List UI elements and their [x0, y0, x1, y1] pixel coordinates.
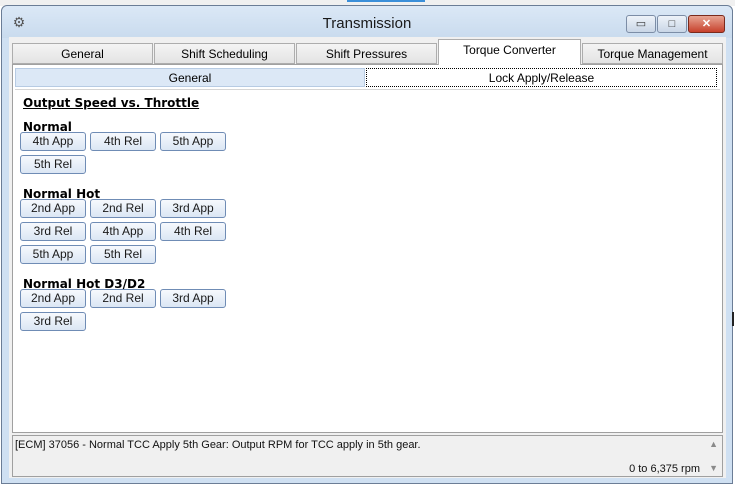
tab-torque-management[interactable]: Torque Management: [582, 43, 723, 64]
tab-torque-converter[interactable]: Torque Converter: [438, 39, 581, 65]
normal-4th-app-button[interactable]: 4th App: [20, 132, 86, 151]
minimize-button[interactable]: ▭: [626, 15, 656, 33]
description-box: [ECM] 37056 - Normal TCC Apply 5th Gear:…: [12, 435, 723, 477]
normal-hot-3rd-rel-button[interactable]: 3rd Rel: [20, 222, 86, 241]
normal-5th-app-button[interactable]: 5th App: [160, 132, 226, 151]
tab-shift-pressures[interactable]: Shift Pressures: [296, 43, 437, 64]
normal-4th-rel-button[interactable]: 4th Rel: [90, 132, 156, 151]
lock-apply-release-content: Output Speed vs. Throttle Normal 4th App…: [15, 89, 720, 431]
normal-hot-2nd-app-button[interactable]: 2nd App: [20, 199, 86, 218]
subtab-lock-apply-release[interactable]: Lock Apply/Release: [366, 68, 717, 87]
transmission-window: ⚙ Transmission ▭ □ ✕ General Shift Sched…: [1, 5, 733, 484]
parameter-range: 0 to 6,375 rpm: [629, 463, 700, 475]
normal-hot-4th-rel-button[interactable]: 4th Rel: [160, 222, 226, 241]
title-bar: ⚙ Transmission ▭ □ ✕: [2, 6, 732, 38]
normal-hot-5th-app-button[interactable]: 5th App: [20, 245, 86, 264]
normal-hot-2nd-rel-button[interactable]: 2nd Rel: [90, 199, 156, 218]
d3d2-2nd-rel-button[interactable]: 2nd Rel: [90, 289, 156, 308]
normal-5th-rel-button[interactable]: 5th Rel: [20, 155, 86, 174]
tab-shift-scheduling[interactable]: Shift Scheduling: [154, 43, 295, 64]
edge-marker: [732, 312, 734, 326]
subtab-general[interactable]: General: [15, 68, 365, 87]
normal-hot-5th-rel-button[interactable]: 5th Rel: [90, 245, 156, 264]
accent-line: [347, 0, 425, 2]
normal-hot-3rd-app-button[interactable]: 3rd App: [160, 199, 226, 218]
window-title: Transmission: [322, 15, 412, 32]
d3d2-2nd-app-button[interactable]: 2nd App: [20, 289, 86, 308]
parameter-description: [ECM] 37056 - Normal TCC Apply 5th Gear:…: [15, 439, 421, 451]
scroll-down-icon[interactable]: ▼: [709, 463, 718, 473]
tab-general[interactable]: General: [12, 43, 153, 64]
client-area: General Shift Scheduling Shift Pressures…: [9, 37, 726, 478]
d3d2-3rd-rel-button[interactable]: 3rd Rel: [20, 312, 86, 331]
section-heading: Output Speed vs. Throttle: [23, 96, 200, 110]
torque-converter-panel: General Lock Apply/Release Output Speed …: [12, 64, 723, 433]
normal-hot-4th-app-button[interactable]: 4th App: [90, 222, 156, 241]
scroll-up-icon[interactable]: ▲: [709, 439, 718, 449]
maximize-button[interactable]: □: [657, 15, 687, 33]
close-button[interactable]: ✕: [688, 15, 725, 33]
d3d2-3rd-app-button[interactable]: 3rd App: [160, 289, 226, 308]
